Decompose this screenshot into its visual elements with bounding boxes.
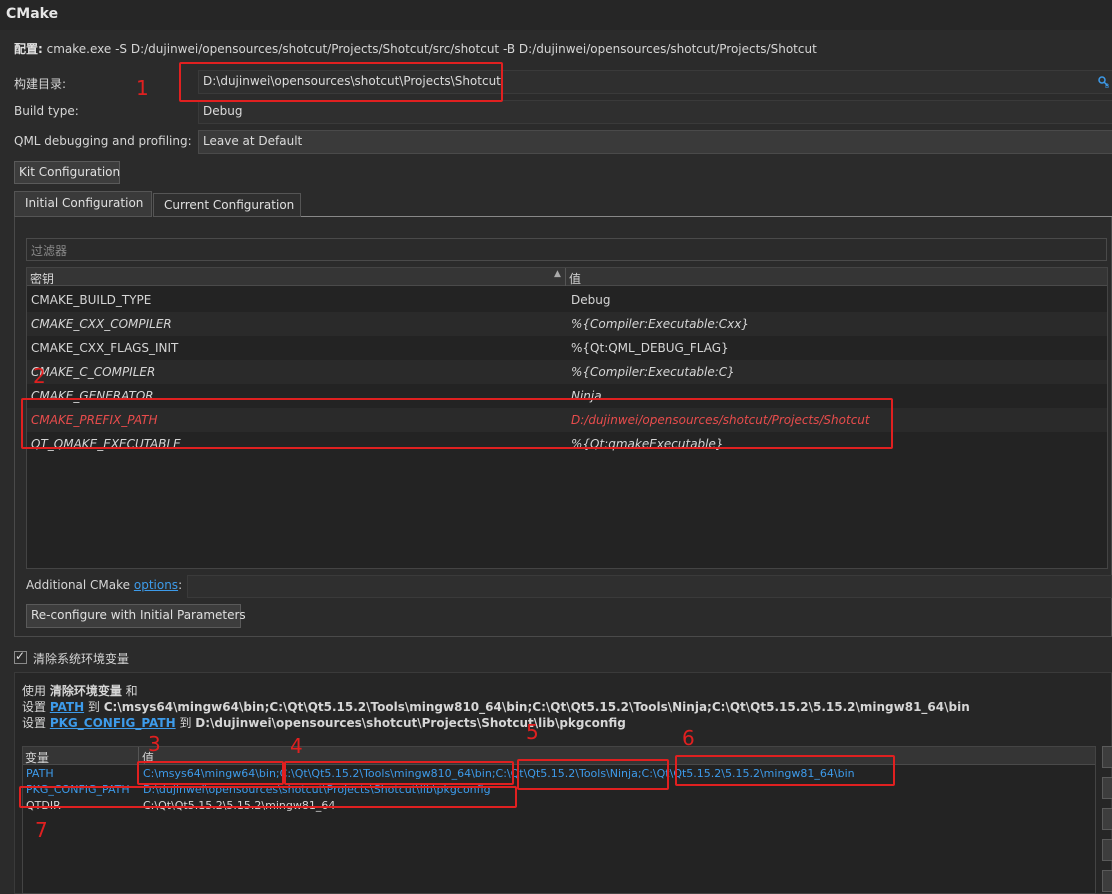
summary-bold: 清除环境变量 xyxy=(49,684,122,698)
col-separator xyxy=(565,268,566,286)
qml-debugging-value: Leave at Default xyxy=(203,134,303,148)
row-value: %{Compiler:Executable:C} xyxy=(571,365,735,379)
annotation-number-2: 2 xyxy=(33,364,46,388)
annotation-number-1: 1 xyxy=(136,76,149,100)
annotation-box-1 xyxy=(179,62,503,102)
pkg-config-value: D:\dujinwei\opensources\shotcut\Projects… xyxy=(195,716,626,730)
qml-debugging-select[interactable]: Leave at Default xyxy=(198,130,1112,154)
summary-prefix: 设置 xyxy=(22,716,50,730)
env-side-button[interactable] xyxy=(1102,808,1112,830)
pkg-config-var-link[interactable]: PKG_CONFIG_PATH xyxy=(50,716,176,730)
options-link[interactable]: options xyxy=(134,578,178,592)
annotation-number-7: 7 xyxy=(35,818,48,842)
row-value: %{Qt:QML_DEBUG_FLAG} xyxy=(571,341,729,355)
row-key: CMAKE_BUILD_TYPE xyxy=(31,293,152,307)
tab-initial-configuration[interactable]: Initial Configuration xyxy=(14,191,152,217)
table-row[interactable]: CMAKE_CXX_COMPILER %{Compiler:Executable… xyxy=(27,312,1107,336)
additional-colon: : xyxy=(178,578,183,592)
path-var-link[interactable]: PATH xyxy=(50,700,84,714)
annotation-box-5 xyxy=(517,759,669,790)
row-key: CMAKE_CXX_FLAGS_INIT xyxy=(31,341,179,355)
annotation-box-2 xyxy=(21,398,893,449)
summary-prefix: 设置 xyxy=(22,700,50,714)
tab-current-label: Current Configuration xyxy=(164,198,295,212)
row-value: Debug xyxy=(571,293,611,307)
env-side-button[interactable] xyxy=(1102,746,1112,768)
browse-icon[interactable]: B xyxy=(1097,75,1111,92)
clear-env-checkbox[interactable]: ✓ xyxy=(14,649,27,664)
annotation-box-6 xyxy=(675,755,895,786)
summary-suffix: 和 xyxy=(121,684,138,698)
build-type-value: Debug xyxy=(203,104,243,118)
config-label: 配置: xyxy=(14,42,43,56)
annotation-number-4: 4 xyxy=(290,734,303,758)
row-value: %{Compiler:Executable:Cxx} xyxy=(571,317,750,331)
row-key: CMAKE_C_COMPILER xyxy=(31,365,156,379)
additional-options-label: Additional CMake options: xyxy=(26,578,182,592)
clear-env-label: 清除系统环境变量 xyxy=(33,652,130,666)
additional-options-input[interactable] xyxy=(187,575,1112,598)
kit-configuration-label: Kit Configuration xyxy=(19,165,121,179)
path-value: C:\msys64\mingw64\bin;C:\Qt\Qt5.15.2\Too… xyxy=(103,700,970,714)
summary-prefix: 使用 xyxy=(22,684,50,698)
filter-placeholder: 过滤器 xyxy=(31,244,68,258)
annotation-box-4 xyxy=(284,761,514,785)
table-row[interactable]: CMAKE_CXX_FLAGS_INIT %{Qt:QML_DEBUG_FLAG… xyxy=(27,336,1107,360)
reconfigure-label: Re-configure with Initial Parameters xyxy=(31,608,246,622)
filter-input[interactable]: 过滤器 xyxy=(26,238,1107,261)
table-row[interactable]: CMAKE_C_COMPILER %{Compiler:Executable:C… xyxy=(27,360,1107,384)
summary-to: 到 xyxy=(84,700,104,714)
annotation-number-5: 5 xyxy=(526,720,539,744)
config-command: cmake.exe -S D:/dujinwei/opensources/sho… xyxy=(42,42,817,56)
annotation-number-6: 6 xyxy=(682,726,695,750)
summary-to: 到 xyxy=(175,716,196,730)
env-side-button[interactable] xyxy=(1102,870,1112,892)
kit-configuration-button[interactable]: Kit Configuration xyxy=(14,161,120,184)
title-bar: CMake xyxy=(0,0,1112,30)
col-value-header[interactable]: 值 xyxy=(569,270,581,287)
build-type-input[interactable]: Debug xyxy=(198,100,1112,124)
env-side-button[interactable] xyxy=(1102,777,1112,799)
svg-text:B: B xyxy=(1105,83,1109,89)
env-row-path-name[interactable]: PATH xyxy=(26,767,54,780)
row-key: CMAKE_CXX_COMPILER xyxy=(31,317,172,331)
sort-up-icon[interactable]: ▲ xyxy=(554,269,561,279)
build-dir-label: 构建目录: xyxy=(14,77,67,91)
col-key-header[interactable]: 密钥 xyxy=(30,270,54,287)
annotation-box-7 xyxy=(19,786,517,808)
additional-label-text: Additional CMake xyxy=(26,578,134,592)
tab-initial-label: Initial Configuration xyxy=(25,196,144,210)
config-command-line: 配置: cmake.exe -S D:/dujinwei/opensources… xyxy=(14,40,817,57)
reconfigure-button[interactable]: Re-configure with Initial Parameters xyxy=(26,604,246,628)
annotation-number-3: 3 xyxy=(148,732,161,756)
tab-current-configuration[interactable]: Current Configuration xyxy=(153,193,301,217)
annotation-box-3 xyxy=(137,761,284,785)
env-side-button[interactable] xyxy=(1102,839,1112,861)
table-row[interactable]: CMAKE_BUILD_TYPE Debug xyxy=(27,288,1107,312)
window-title: CMake xyxy=(6,6,59,22)
env-summary-line2: 设置 PATH 到 C:\msys64\mingw64\bin;C:\Qt\Qt… xyxy=(22,698,970,715)
config-table-header: 密钥 ▲ 值 xyxy=(27,268,1107,286)
env-summary-line1: 使用 清除环境变量 和 xyxy=(22,682,138,699)
checkmark-icon: ✓ xyxy=(15,649,26,663)
build-type-label: Build type: xyxy=(14,104,79,118)
qml-debugging-label: QML debugging and profiling: xyxy=(14,134,192,148)
env-col-var[interactable]: 变量 xyxy=(25,749,49,766)
